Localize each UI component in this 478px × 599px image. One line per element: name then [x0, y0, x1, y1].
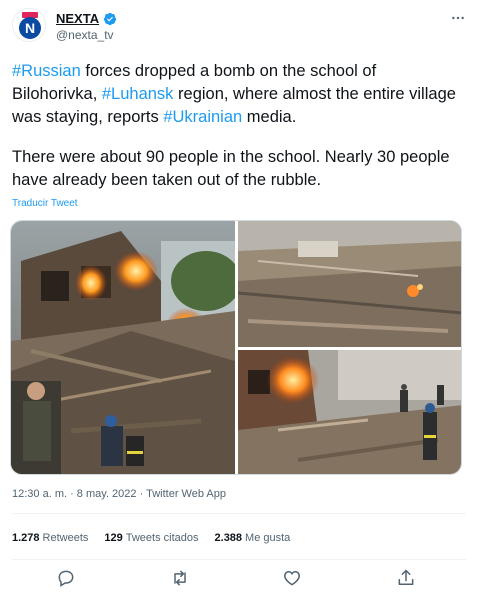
share-icon[interactable]	[396, 568, 418, 590]
hashtag-russian[interactable]: #Russian	[12, 62, 81, 80]
media-grid	[10, 220, 462, 475]
author-name-row: NEXTA	[56, 11, 117, 26]
quotes-label: Tweets citados	[125, 532, 199, 544]
photo-rubble-aerial[interactable]	[238, 221, 461, 347]
tweet-stats: 1.278 Retweets 129 Tweets citados 2.388 Me …	[12, 532, 306, 544]
tweet-header: N NEXTA @nexta_tv	[12, 8, 466, 48]
tweet-paragraph-2: There were about 90 people in the school…	[12, 148, 450, 189]
translate-tweet-link[interactable]: Traducir Tweet	[12, 198, 78, 209]
heart-icon[interactable]	[282, 568, 304, 590]
more-icon[interactable]	[450, 10, 466, 29]
divider	[12, 559, 466, 560]
nexta-logo-icon: N	[13, 9, 45, 41]
tweet-text: #Russian forces dropped a bomb on the sc…	[12, 60, 466, 192]
tweet-paragraph-1: #Russian forces dropped a bomb on the sc…	[12, 60, 466, 129]
retweets-count: 1.278	[12, 532, 40, 544]
photo-firefighters[interactable]	[238, 350, 461, 474]
avatar-letter: N	[25, 20, 35, 36]
retweets-label: Retweets	[42, 532, 89, 544]
hashtag-ukrainian[interactable]: #Ukrainian	[163, 108, 242, 126]
retweets-stat[interactable]: 1.278 Retweets	[12, 532, 88, 544]
reply-icon[interactable]	[56, 568, 78, 590]
likes-stat[interactable]: 2.388 Me gusta	[215, 532, 291, 544]
quotes-stat[interactable]: 129 Tweets citados	[104, 532, 198, 544]
author-name[interactable]: NEXTA	[56, 11, 99, 26]
avatar[interactable]: N	[12, 8, 46, 42]
tweet-actions	[12, 566, 466, 592]
verified-badge-icon	[103, 12, 117, 25]
photo-burning-school[interactable]	[11, 221, 235, 474]
divider	[12, 513, 466, 514]
likes-count: 2.388	[214, 532, 243, 544]
hashtag-luhansk[interactable]: #Luhansk	[102, 85, 174, 103]
retweet-icon[interactable]	[170, 568, 192, 590]
tweet-timestamp[interactable]: 12:30 a. m. · 8 may. 2022 · Twitter Web …	[12, 488, 226, 500]
quotes-count: 129	[104, 532, 123, 544]
author-handle[interactable]: @nexta_tv	[56, 28, 114, 42]
tweet-text-segment: media.	[242, 108, 297, 126]
likes-label: Me gusta	[245, 532, 291, 544]
